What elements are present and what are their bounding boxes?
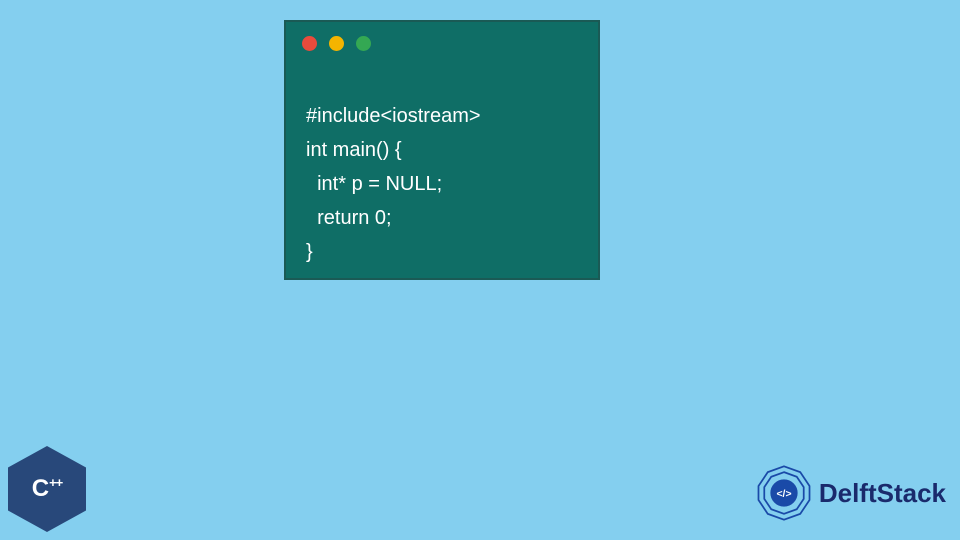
cpp-language-badge: C++ — [8, 446, 86, 532]
code-line: return 0; — [306, 207, 392, 229]
code-block: #include<iostream> int main() { int* p =… — [286, 57, 598, 269]
brand-name: DelftStack — [819, 478, 946, 509]
minimize-icon — [329, 36, 344, 51]
maximize-icon — [356, 36, 371, 51]
close-icon — [302, 36, 317, 51]
code-line: int* p = NULL; — [306, 173, 442, 195]
hexagon-icon: C++ — [8, 446, 86, 532]
code-line: #include<iostream> — [306, 105, 481, 127]
code-line: } — [306, 241, 313, 263]
brand-watermark: </> DelftStack — [755, 464, 946, 522]
svg-text:</>: </> — [776, 489, 791, 500]
window-traffic-lights — [286, 22, 598, 57]
code-window: #include<iostream> int main() { int* p =… — [284, 20, 600, 280]
code-line: int main() { — [306, 139, 402, 161]
brand-logo-icon: </> — [755, 464, 813, 522]
cpp-label: C++ — [32, 475, 63, 503]
